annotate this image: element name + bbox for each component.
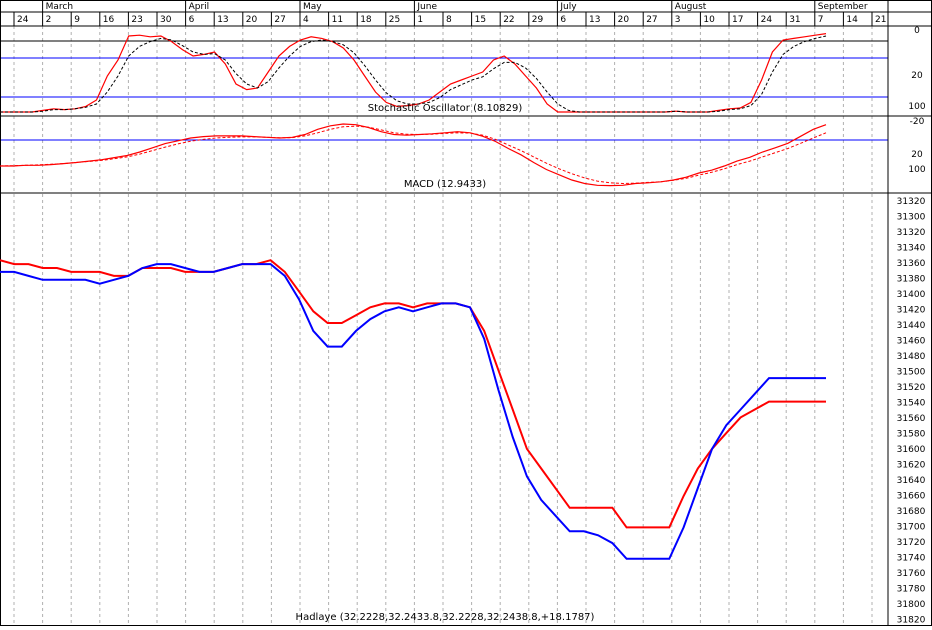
date-tick-label: 8 <box>446 15 452 25</box>
month-label: June <box>416 2 437 12</box>
price-ytick-label: 31400 <box>897 290 926 300</box>
price-ytick-label: 31340 <box>897 244 926 254</box>
month-label: May <box>303 2 322 12</box>
date-tick-label: 9 <box>74 15 80 25</box>
stochastic-series-0 <box>0 33 827 113</box>
month-label: July <box>559 2 577 12</box>
date-tick-label: 14 <box>846 15 858 25</box>
date-tick-label: 13 <box>217 15 228 25</box>
date-tick-label: 23 <box>131 15 142 25</box>
price-ytick-label: 31700 <box>897 523 926 533</box>
date-tick-label: 6 <box>560 15 566 25</box>
date-tick-label: 7 <box>818 15 824 25</box>
price-ytick-label: 31500 <box>897 368 926 378</box>
date-tick-label: 24 <box>761 15 773 25</box>
date-tick-label: 6 <box>189 15 195 25</box>
stochastic-label: Stochastic Oscillator (8.10829) <box>368 103 523 114</box>
price-ytick-label: 31600 <box>897 445 926 455</box>
price-label: Hadlaye (32.2228,32.2433.8,32.2228,32.24… <box>296 612 595 623</box>
price-ytick-label: 31540 <box>897 399 926 409</box>
month-label: August <box>675 2 707 12</box>
date-tick-label: 20 <box>246 15 258 25</box>
date-tick-label: 13 <box>589 15 600 25</box>
price-ytick-label: 31620 <box>897 461 926 471</box>
price-ytick-label: 31760 <box>897 569 926 579</box>
macd-label: MACD (12.9433) <box>404 179 486 190</box>
date-tick-label: 11 <box>332 15 343 25</box>
price-ytick-label: 31560 <box>897 414 926 424</box>
date-tick-label: 18 <box>360 15 372 25</box>
macd-ytick-label: 100 <box>908 165 925 175</box>
price-ytick-label: 31520 <box>897 383 926 393</box>
macd-ytick-label: 20 <box>911 150 923 160</box>
date-tick-label: 25 <box>389 15 400 25</box>
price-ytick-label: 31380 <box>897 275 926 285</box>
price-ytick-label: 31800 <box>897 600 926 610</box>
date-tick-label: 15 <box>475 15 486 25</box>
date-tick-label: 21 <box>875 15 886 25</box>
date-tick-label: 2 <box>46 15 52 25</box>
stochastic-ytick-label: 20 <box>911 71 923 81</box>
month-label: March <box>46 2 73 12</box>
date-tick-label: 10 <box>703 15 715 25</box>
price-ytick-label: 31640 <box>897 476 926 486</box>
date-tick-label: 16 <box>103 15 115 25</box>
month-label: September <box>818 2 868 12</box>
date-tick-label: 4 <box>303 15 309 25</box>
macd-ytick-label: -20 <box>910 117 925 127</box>
price-ytick-label: 31460 <box>897 337 926 347</box>
price-ytick-label: 31420 <box>897 306 926 316</box>
price-ytick-label: 31320 <box>897 228 926 238</box>
price-ytick-label: 31580 <box>897 430 926 440</box>
price-ytick-label: 31320 <box>897 197 926 207</box>
stochastic-ytick-label: 100 <box>908 102 925 112</box>
price-ytick-label: 31480 <box>897 352 926 362</box>
date-tick-label: 31 <box>789 15 800 25</box>
date-tick-label: 27 <box>274 15 285 25</box>
price-ytick-label: 31660 <box>897 492 926 502</box>
chart-canvas: 24 2 9 16 23 30 6 13 20 27 4 11 18 25 1 8 15 22 29 6 13 20 27 3… <box>0 0 932 626</box>
date-tick-label: 22 <box>503 15 514 25</box>
price-ytick-label: 31440 <box>897 321 926 331</box>
axis-layer <box>0 0 932 626</box>
outer-border <box>0 0 932 626</box>
date-tick-label: 24 <box>17 15 29 25</box>
chart-root: 24 2 9 16 23 30 6 13 20 27 4 11 18 25 1 8 15 22 29 6 13 20 27 3… <box>0 0 932 626</box>
price-series-0 <box>0 259 826 529</box>
date-tick-label: 20 <box>618 15 630 25</box>
price-ytick-label: 31740 <box>897 554 926 564</box>
price-ytick-label: 31780 <box>897 585 926 595</box>
price-ytick-label: 31680 <box>897 507 926 517</box>
price-ytick-label: 31300 <box>897 213 926 223</box>
price-ytick-label: 31720 <box>897 538 926 548</box>
macd-series-0 <box>0 123 827 187</box>
price-ytick-label: 31820 <box>897 616 926 626</box>
date-tick-label: 30 <box>160 15 172 25</box>
date-tick-label: 17 <box>732 15 743 25</box>
macd-series-1 <box>0 125 827 185</box>
month-label: April <box>189 2 210 12</box>
stochastic-ytick-label: 0 <box>914 26 920 36</box>
date-tick-label: 27 <box>646 15 657 25</box>
date-tick-label: 3 <box>675 15 681 25</box>
date-tick-label: 29 <box>532 15 544 25</box>
date-tick-label: 1 <box>417 15 423 25</box>
price-ytick-label: 31360 <box>897 259 926 269</box>
